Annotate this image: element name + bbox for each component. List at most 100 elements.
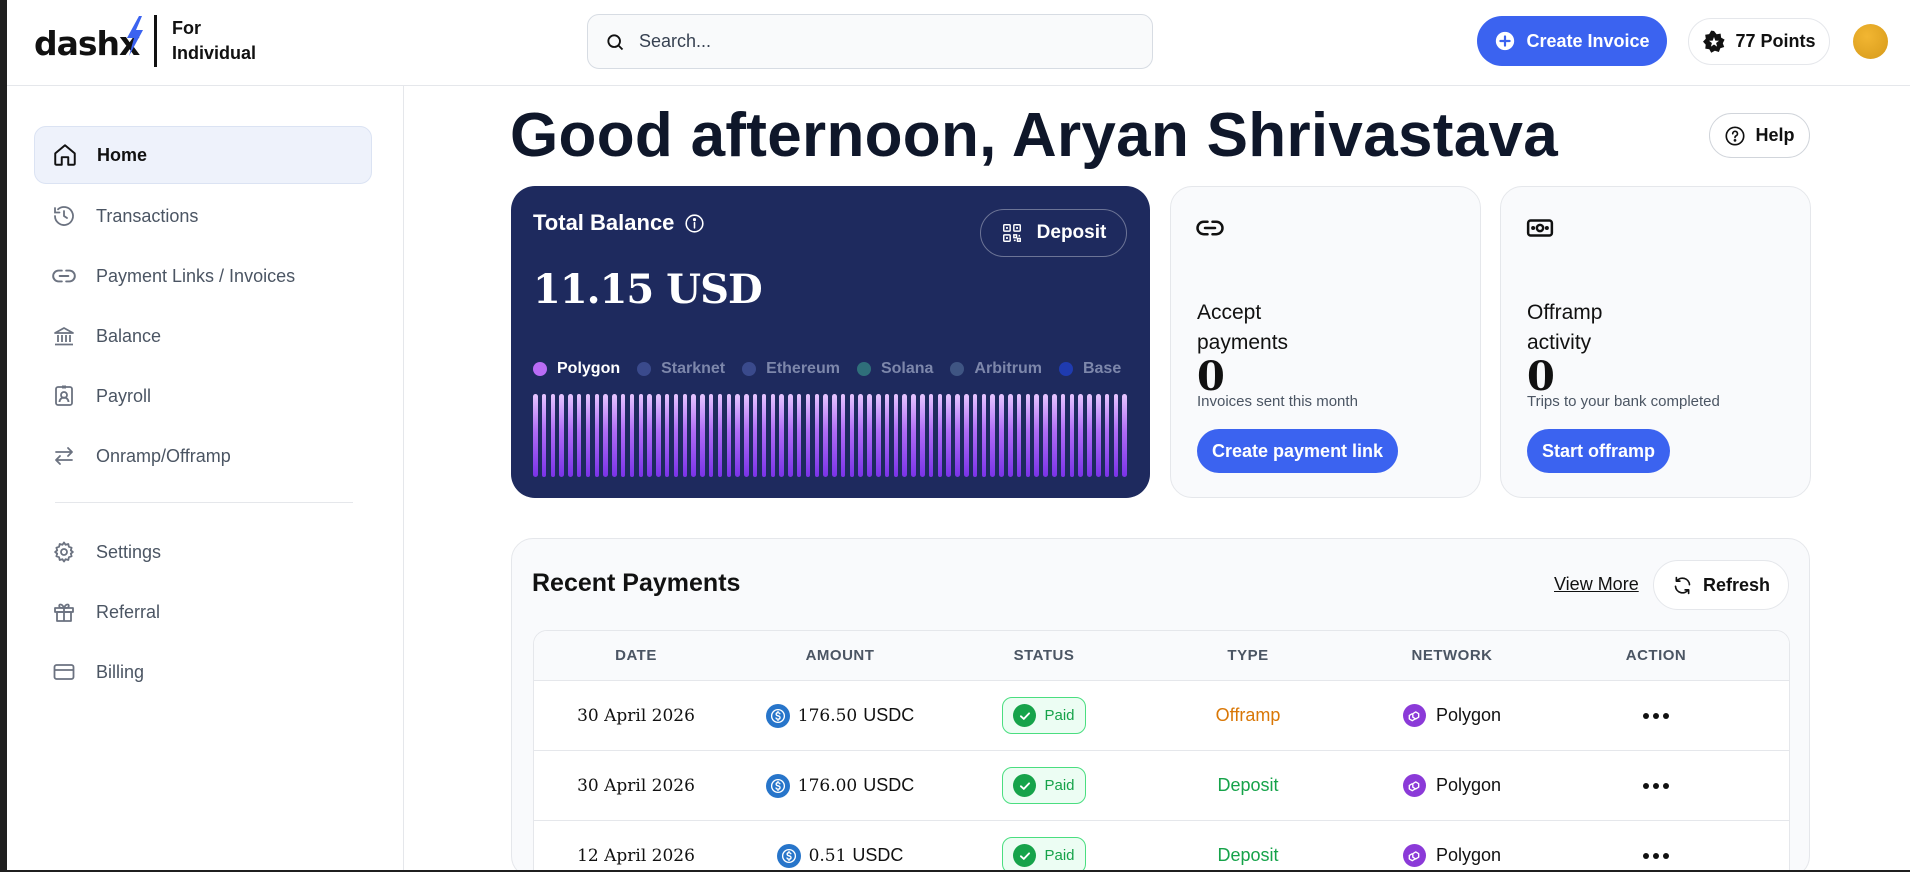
search-icon: [607, 33, 624, 50]
payment-type: Offramp: [1215, 705, 1281, 725]
balance-bar: [955, 394, 960, 477]
balance-bar: [1060, 394, 1066, 477]
search-box[interactable]: [587, 14, 1153, 69]
balance-bar: [893, 394, 899, 477]
info-icon[interactable]: [684, 213, 705, 234]
sidebar-item-payment-links[interactable]: Payment Links / Invoices: [34, 247, 372, 305]
create-invoice-button[interactable]: Create Invoice: [1477, 16, 1667, 66]
network-name: Polygon: [1435, 705, 1502, 725]
status-badge: Paid: [1002, 697, 1086, 734]
search-input[interactable]: [639, 31, 1119, 52]
balance-bar: [700, 394, 705, 477]
deposit-label: Deposit: [1036, 222, 1107, 243]
network-ethereum[interactable]: Ethereum: [742, 360, 840, 378]
amount-currency: USDC: [852, 845, 904, 865]
balance-bar: [638, 394, 644, 477]
network-arbitrum[interactable]: Arbitrum: [950, 360, 1042, 378]
network-dot: [742, 362, 757, 376]
help-button[interactable]: Help: [1709, 113, 1810, 158]
payment-status: Paid: [942, 697, 1146, 734]
table-row[interactable]: 12 April 2026 0.51 USDC Paid Deposit Polygon: [534, 821, 1789, 872]
polygon-icon: [1402, 774, 1426, 797]
sidebar-item-settings[interactable]: Settings: [34, 523, 372, 581]
payments-table: DATE AMOUNT STATUS TYPE NETWORK ACTION 3…: [533, 630, 1790, 872]
balance-title-text: Total Balance: [533, 210, 675, 235]
payment-type: Deposit: [1217, 845, 1279, 865]
account-type-label: For Individual: [172, 16, 256, 66]
sidebar-item-onramp-offramp[interactable]: Onramp/Offramp: [34, 427, 372, 485]
balance-bar: [981, 394, 987, 477]
accept-payments-title: Accept payments: [1197, 301, 1289, 354]
balance-bar: [1096, 394, 1101, 477]
network-solana[interactable]: Solana: [856, 360, 933, 378]
avatar[interactable]: [1853, 24, 1888, 59]
bolt-icon: [127, 15, 144, 56]
payment-network: Polygon: [1350, 774, 1554, 797]
view-more-link[interactable]: View More: [1554, 574, 1639, 595]
sidebar-item-balance[interactable]: Balance: [34, 307, 372, 365]
invoices-subtitle: Invoices sent this month: [1197, 393, 1358, 410]
deposit-button[interactable]: Deposit: [980, 209, 1127, 257]
payment-action: [1554, 782, 1758, 789]
more-actions-icon[interactable]: [1643, 852, 1669, 859]
status-label: Paid: [1044, 847, 1075, 864]
qr-code-icon: [1002, 224, 1021, 242]
balance-bar: [1087, 394, 1092, 477]
network-base[interactable]: Base: [1058, 360, 1121, 378]
column-header-action: ACTION: [1625, 647, 1687, 664]
network-polygon[interactable]: Polygon: [533, 360, 620, 378]
table-row[interactable]: 30 April 2026 176.50 USDC Paid Offramp Polygo…: [534, 681, 1789, 751]
network-starknet[interactable]: Starknet: [637, 360, 725, 378]
network-name: Polygon: [1435, 845, 1502, 865]
amount-value: 176.00: [797, 775, 858, 796]
column-header-status: STATUS: [1013, 647, 1075, 664]
swap-icon: [50, 442, 78, 470]
payment-status: Paid: [942, 767, 1146, 804]
balance-bar: [840, 394, 846, 477]
balance-bar: [673, 394, 679, 477]
sidebar-item-label: Payment Links / Invoices: [96, 265, 296, 286]
sidebar-item-billing[interactable]: Billing: [34, 643, 372, 701]
credit-card-icon: [50, 658, 78, 686]
balance-bar: [832, 394, 837, 477]
amount-currency: USDC: [863, 705, 915, 725]
link-icon: [1196, 220, 1224, 236]
points-label: 77 Points: [1735, 31, 1816, 51]
payment-type: Deposit: [1217, 775, 1279, 795]
sidebar-item-transactions[interactable]: Transactions: [34, 187, 372, 245]
balance-bar: [867, 394, 872, 477]
sidebar-item-label: Billing: [96, 661, 145, 682]
polygon-icon: [1402, 844, 1426, 867]
balance-bar: [823, 394, 828, 477]
balance-bar: [1113, 394, 1119, 477]
cash-icon: [1526, 219, 1554, 237]
create-payment-link-button[interactable]: Create payment link: [1197, 429, 1399, 473]
sidebar-item-home[interactable]: Home: [34, 126, 372, 184]
status-label: Paid: [1044, 707, 1075, 724]
balance-bar: [884, 394, 890, 477]
offramp-activity-title: Offramp activity: [1527, 301, 1603, 354]
start-offramp-button[interactable]: Start offramp: [1527, 429, 1671, 473]
sidebar-item-label: Balance: [96, 325, 162, 346]
balance-bar: [1069, 394, 1075, 477]
top-header: dashx For Individual Create Invoice 77 P…: [7, 0, 1910, 86]
refresh-button[interactable]: Refresh: [1653, 560, 1789, 610]
more-actions-icon[interactable]: [1643, 782, 1669, 789]
payment-network: Polygon: [1350, 704, 1554, 727]
balance-bar: [594, 394, 600, 477]
balance-bar: [1052, 394, 1057, 477]
table-row[interactable]: 30 April 2026 176.00 USDC Paid Deposit Polygo…: [534, 751, 1789, 821]
sidebar-item-label: Settings: [96, 541, 162, 562]
trips-subtitle: Trips to your bank completed: [1527, 393, 1720, 410]
sidebar-item-payroll[interactable]: Payroll: [34, 367, 372, 425]
payment-action: [1554, 712, 1758, 719]
column-header-amount: AMOUNT: [805, 647, 875, 664]
payment-action: [1554, 852, 1758, 859]
more-actions-icon[interactable]: [1643, 712, 1669, 719]
balance-bar: [928, 394, 934, 477]
dashx-logo[interactable]: dashx: [34, 15, 144, 68]
points-badge[interactable]: 77 Points: [1688, 18, 1830, 65]
network-dot: [533, 362, 547, 376]
usdc-icon: [776, 843, 801, 868]
sidebar-item-referral[interactable]: Referral: [34, 583, 372, 641]
